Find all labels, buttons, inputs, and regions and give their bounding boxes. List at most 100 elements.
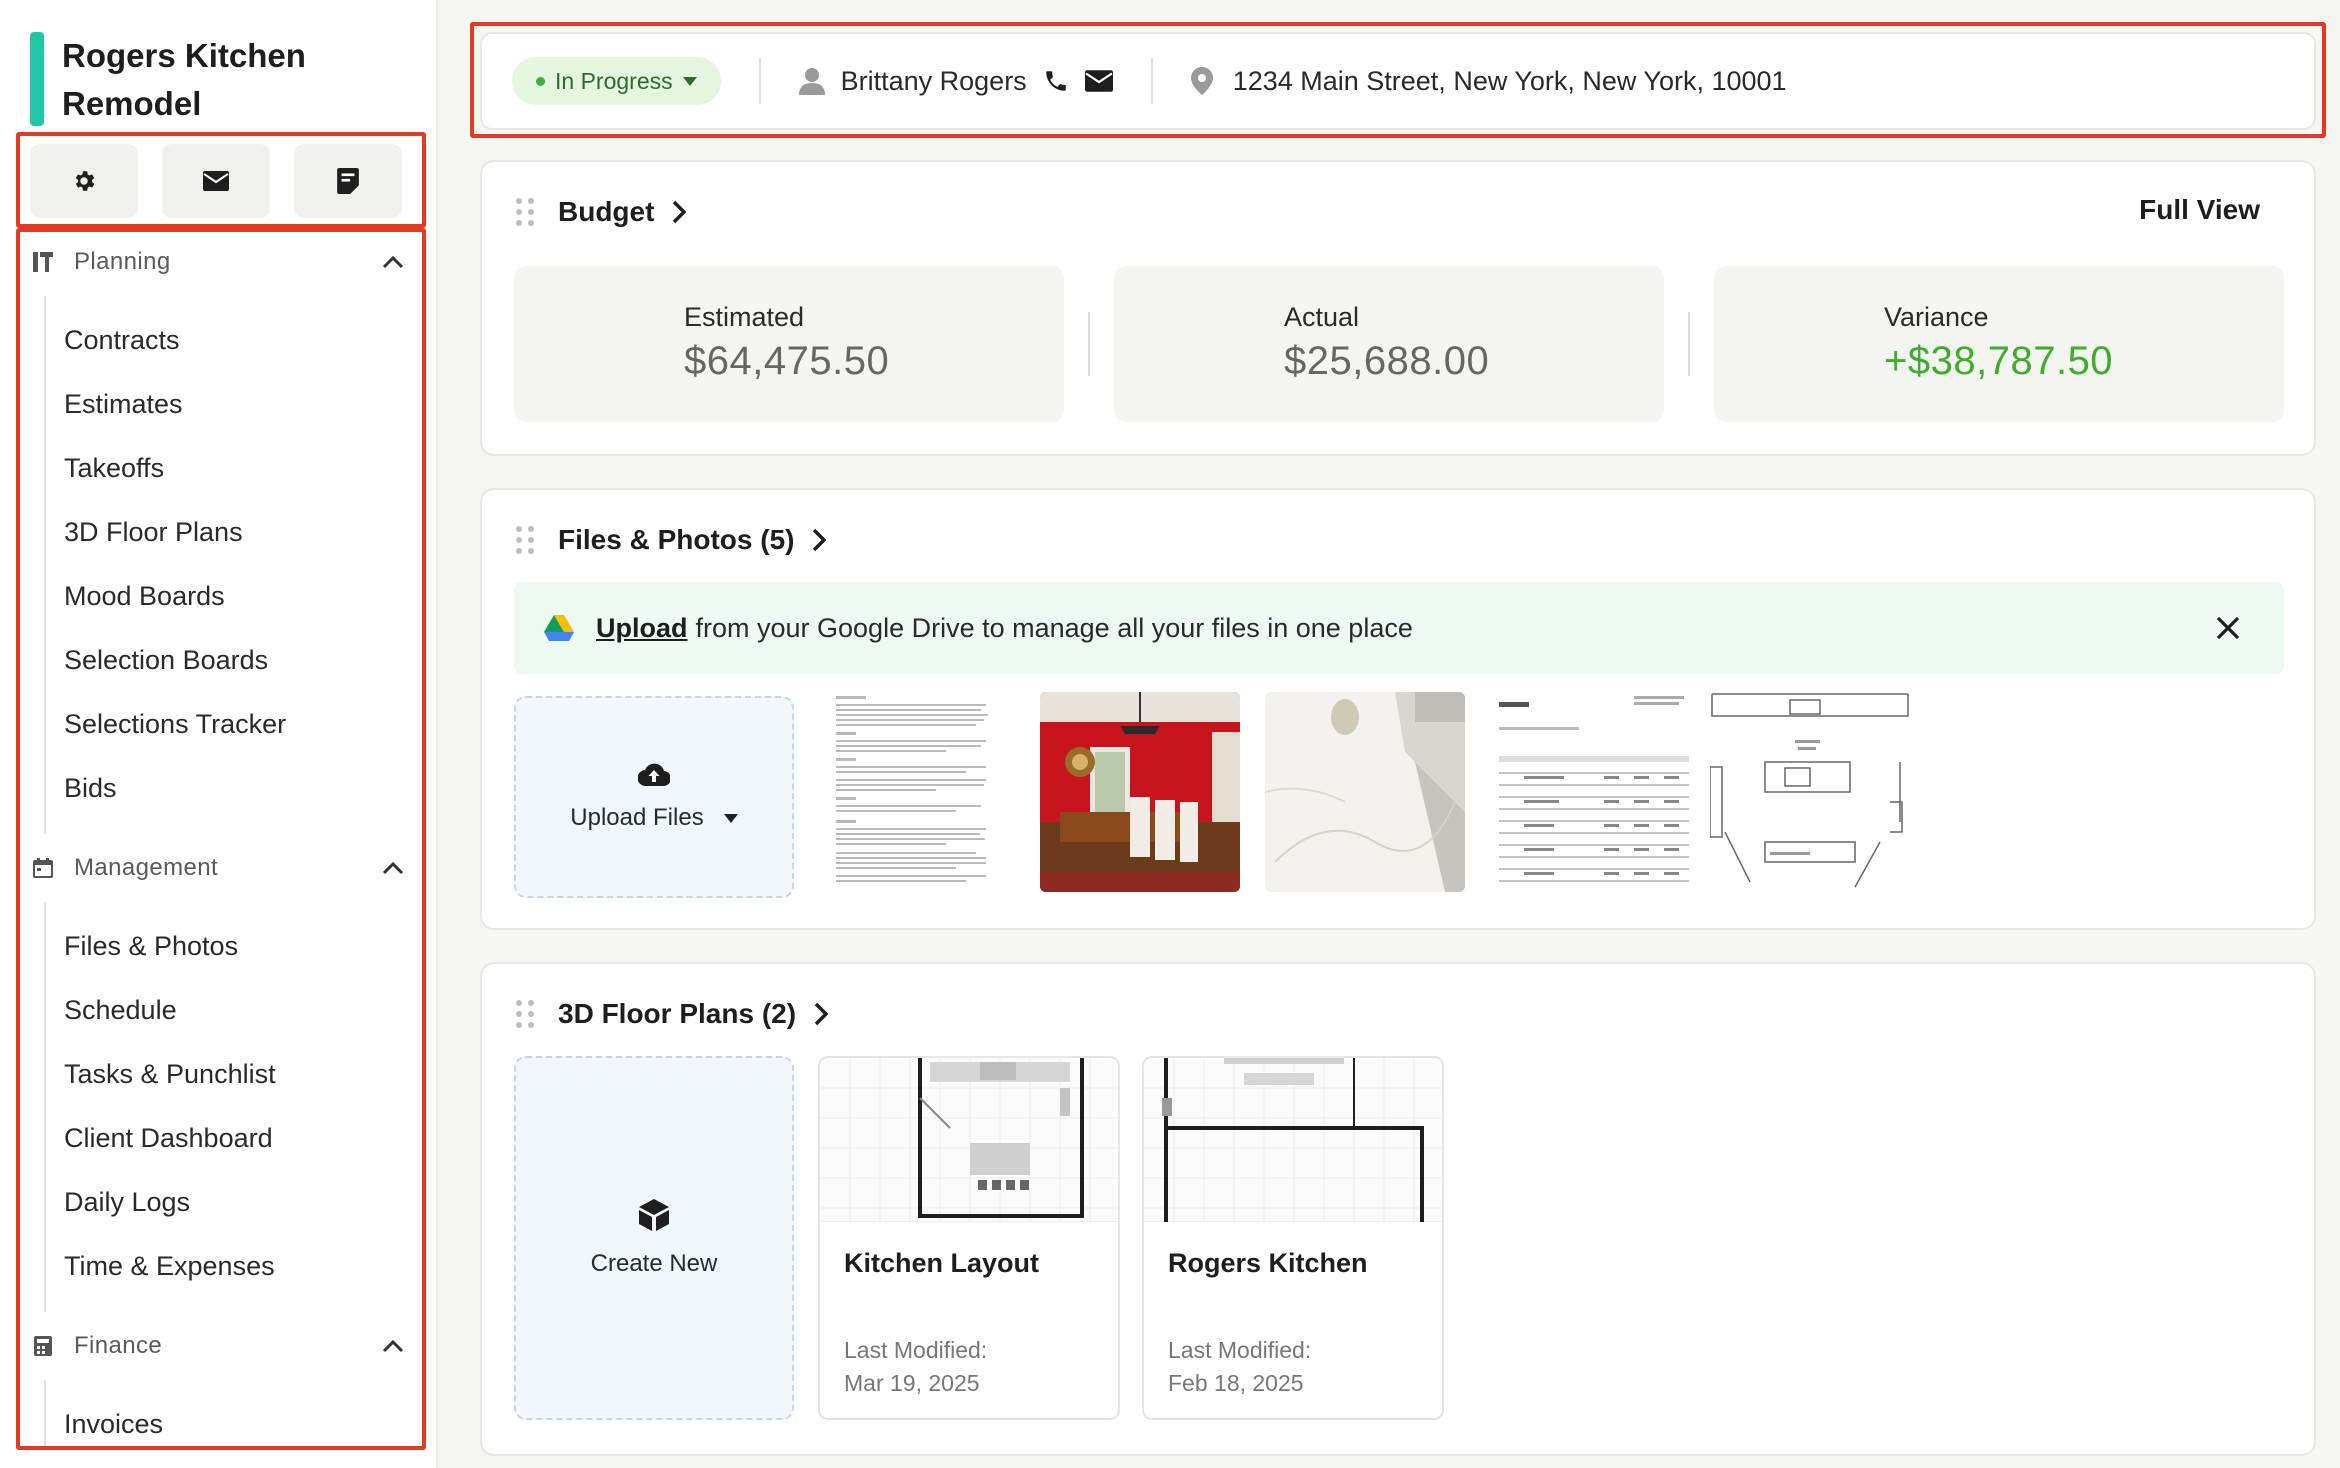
notes-icon [337, 168, 359, 194]
actual-value: $25,688.00 [1284, 339, 1490, 383]
sidebar-item-invoices[interactable]: Invoices [46, 1392, 422, 1450]
location-pin-icon [1190, 67, 1213, 95]
budget-title[interactable]: Budget [558, 196, 654, 228]
calculator-icon [32, 1335, 54, 1357]
floor-plan-name: Rogers Kitchen [1168, 1248, 1368, 1278]
floor-plan-card-rogers-kitchen[interactable]: Rogers Kitchen Last Modified: Feb 18, 20… [1142, 1056, 1444, 1420]
banner-text: from your Google Drive to manage all you… [695, 612, 1413, 643]
drag-handle-icon[interactable] [516, 1000, 534, 1028]
upload-files-tile[interactable]: Upload Files [514, 696, 794, 898]
full-view-link[interactable]: Full View [2139, 194, 2260, 226]
budget-header: Budget [516, 190, 687, 234]
mail-icon[interactable] [1084, 70, 1113, 92]
create-new-floor-plan-tile[interactable]: Create New [514, 1056, 794, 1420]
group-toggle-finance[interactable]: Finance [18, 1312, 422, 1380]
drag-handle-icon[interactable] [516, 198, 534, 226]
drag-handle-icon[interactable] [516, 526, 534, 554]
sidebar-item-time-expenses[interactable]: Time & Expenses [46, 1234, 422, 1298]
sidebar-item-mood-boards[interactable]: Mood Boards [46, 564, 422, 628]
chevron-right-icon[interactable] [672, 200, 687, 224]
estimated-value: $64,475.50 [684, 339, 890, 383]
document-preview [830, 692, 1030, 892]
project-accent-bar [30, 32, 44, 126]
calendar-icon [32, 857, 54, 879]
variance-value: +$38,787.50 [1884, 339, 2114, 383]
sidebar-item-tasks-punchlist[interactable]: Tasks & Punchlist [46, 1042, 422, 1106]
person-icon [798, 68, 825, 95]
floor-plan-modified: Last Modified: Mar 19, 2025 [844, 1334, 987, 1400]
sidebar-item-daily-logs[interactable]: Daily Logs [46, 1170, 422, 1234]
sidebar-item-estimates[interactable]: Estimates [46, 372, 422, 436]
file-thumbnail-floor-sketch[interactable] [1710, 692, 1910, 892]
sidebar-item-takeoffs[interactable]: Takeoffs [46, 436, 422, 500]
upload-files-button[interactable]: Upload Files [570, 804, 738, 832]
status-dropdown[interactable]: In Progress [512, 57, 721, 105]
cloud-upload-icon [638, 763, 670, 786]
upload-link[interactable]: Upload [596, 613, 688, 643]
actual-label: Actual [1284, 302, 1360, 332]
file-thumbnail-estimate-sheet[interactable] [1494, 692, 1694, 892]
sidebar-item-files-photos[interactable]: Files & Photos [46, 914, 422, 978]
file-thumbnail-document[interactable] [830, 692, 1030, 892]
budget-estimated: Estimated $64,475.50 [514, 266, 1064, 422]
files-header: Files & Photos (5) [516, 518, 827, 562]
sidebar-nav: Planning Contracts Estimates Takeoffs 3D… [18, 228, 422, 1450]
project-info-bar: In Progress Brittany Rogers 1234 Main St… [480, 32, 2316, 130]
file-thumbnail-countertop-photo[interactable] [1265, 692, 1465, 892]
sidebar-item-3d-floor-plans[interactable]: 3D Floor Plans [46, 500, 422, 564]
notes-button[interactable] [294, 144, 402, 218]
floor-plans-title[interactable]: 3D Floor Plans (2) [558, 998, 796, 1030]
countertop-photo [1265, 692, 1465, 892]
budget-variance: Variance +$38,787.50 [1714, 266, 2284, 422]
status-dot [536, 76, 545, 86]
divider [1688, 312, 1690, 376]
nav-group-planning: Planning Contracts Estimates Takeoffs 3D… [18, 228, 422, 834]
caret-down-icon [723, 813, 738, 823]
close-icon[interactable] [2212, 612, 2244, 644]
floor-plan-card-kitchen-layout[interactable]: Kitchen Layout Last Modified: Mar 19, 20… [818, 1056, 1120, 1420]
floor-plan-preview [820, 1058, 1118, 1222]
file-thumbnail-dining-room-photo[interactable] [1040, 692, 1240, 892]
kitchen-layout-preview [820, 1058, 1118, 1222]
floor-sketch-preview [1710, 692, 1910, 892]
last-modified-date: Feb 18, 2025 [1168, 1370, 1304, 1396]
group-toggle-planning[interactable]: Planning [18, 228, 422, 296]
group-label-management: Management [74, 854, 219, 881]
nav-group-finance: Finance Invoices [18, 1312, 422, 1450]
sidebar-item-bids[interactable]: Bids [46, 756, 422, 820]
group-toggle-management[interactable]: Management [18, 834, 422, 902]
email-button[interactable] [162, 144, 270, 218]
chevron-up-icon [378, 853, 408, 883]
files-photos-card: Files & Photos (5) Upload from your Googl… [480, 488, 2316, 930]
estimated-label: Estimated [684, 302, 805, 332]
estimate-sheet-preview [1494, 692, 1694, 892]
floor-plan-preview [1144, 1058, 1442, 1222]
mail-icon [203, 171, 229, 191]
last-modified-label: Last Modified: [844, 1337, 988, 1363]
budget-stats: Estimated $64,475.50 Actual $25,688.00 V… [514, 266, 2284, 422]
caret-down-icon [682, 76, 697, 86]
sidebar-item-selections-tracker[interactable]: Selections Tracker [46, 692, 422, 756]
floor-plan-name: Kitchen Layout [844, 1248, 1040, 1278]
upload-files-label: Upload Files [570, 804, 704, 831]
files-title[interactable]: Files & Photos (5) [558, 524, 794, 556]
floor-plans-header: 3D Floor Plans (2) [516, 992, 829, 1036]
chevron-up-icon [378, 1331, 408, 1361]
sidebar-item-selection-boards[interactable]: Selection Boards [46, 628, 422, 692]
sidebar-item-schedule[interactable]: Schedule [46, 978, 422, 1042]
group-label-finance: Finance [74, 1332, 163, 1359]
phone-icon[interactable] [1043, 68, 1069, 94]
chevron-right-icon[interactable] [814, 1002, 829, 1026]
sidebar-item-client-dashboard[interactable]: Client Dashboard [46, 1106, 422, 1170]
variance-label: Variance [1884, 302, 1989, 332]
planning-icon [32, 251, 54, 273]
client-info: Brittany Rogers [798, 66, 1113, 97]
chevron-right-icon[interactable] [812, 528, 827, 552]
nav-items-finance: Invoices [44, 1380, 422, 1450]
floor-plan-modified: Last Modified: Feb 18, 2025 [1168, 1334, 1311, 1400]
budget-card: Budget Full View Estimated $64,475.50 Ac… [480, 160, 2316, 456]
gear-icon [75, 171, 95, 191]
sidebar-item-contracts[interactable]: Contracts [46, 308, 422, 372]
divider [1150, 58, 1153, 104]
settings-button[interactable] [30, 144, 138, 218]
